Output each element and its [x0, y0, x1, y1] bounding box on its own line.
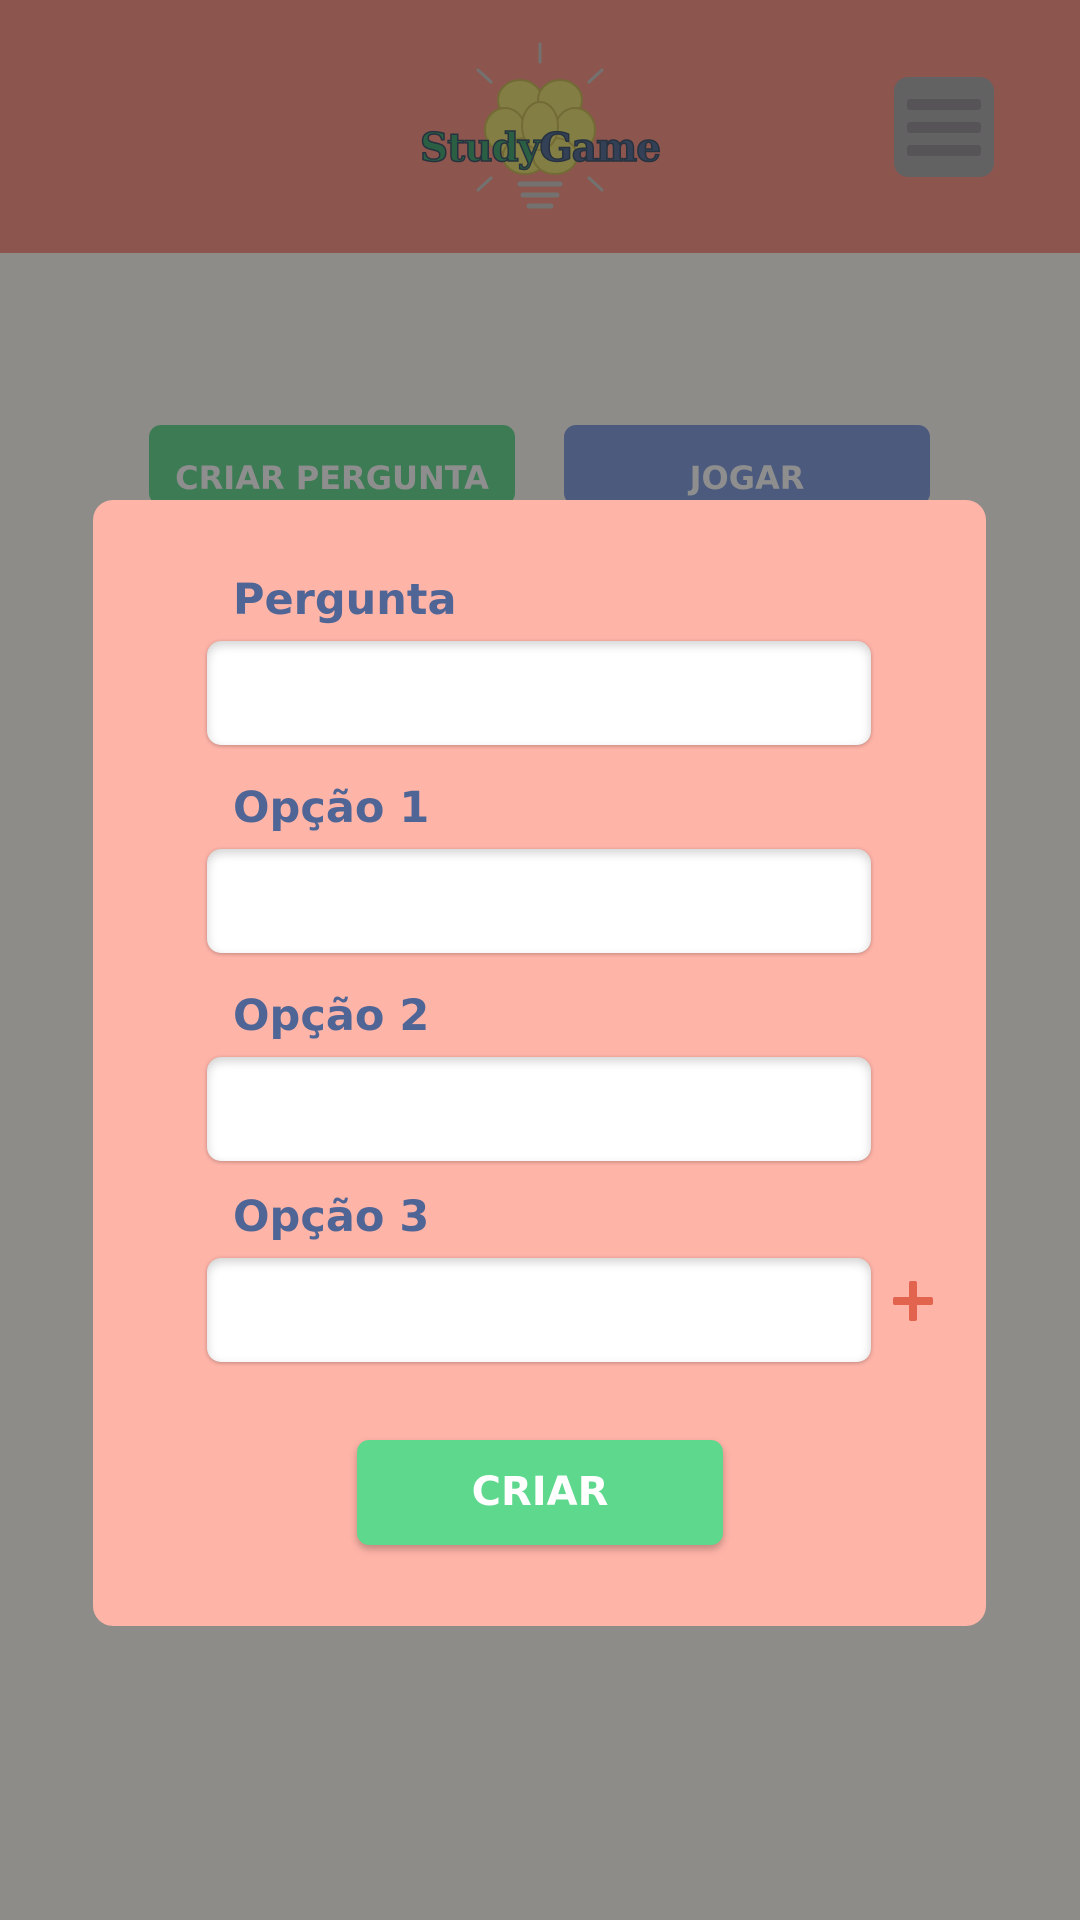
option-1-input[interactable] [207, 849, 871, 953]
question-input[interactable] [207, 641, 871, 745]
option-2-label: Opção 2 [233, 991, 430, 1041]
add-option-button[interactable] [893, 1280, 937, 1324]
create-button[interactable]: CRIAR [357, 1440, 723, 1545]
create-question-modal: Pergunta Opção 1 Opção 2 Opção 3 CRIAR [93, 500, 986, 1626]
plus-icon [893, 1280, 937, 1324]
option-3-label: Opção 3 [233, 1192, 430, 1242]
option-2-input[interactable] [207, 1057, 871, 1161]
option-3-input[interactable] [207, 1258, 871, 1362]
question-label: Pergunta [233, 575, 457, 625]
option-1-label: Opção 1 [233, 783, 430, 833]
